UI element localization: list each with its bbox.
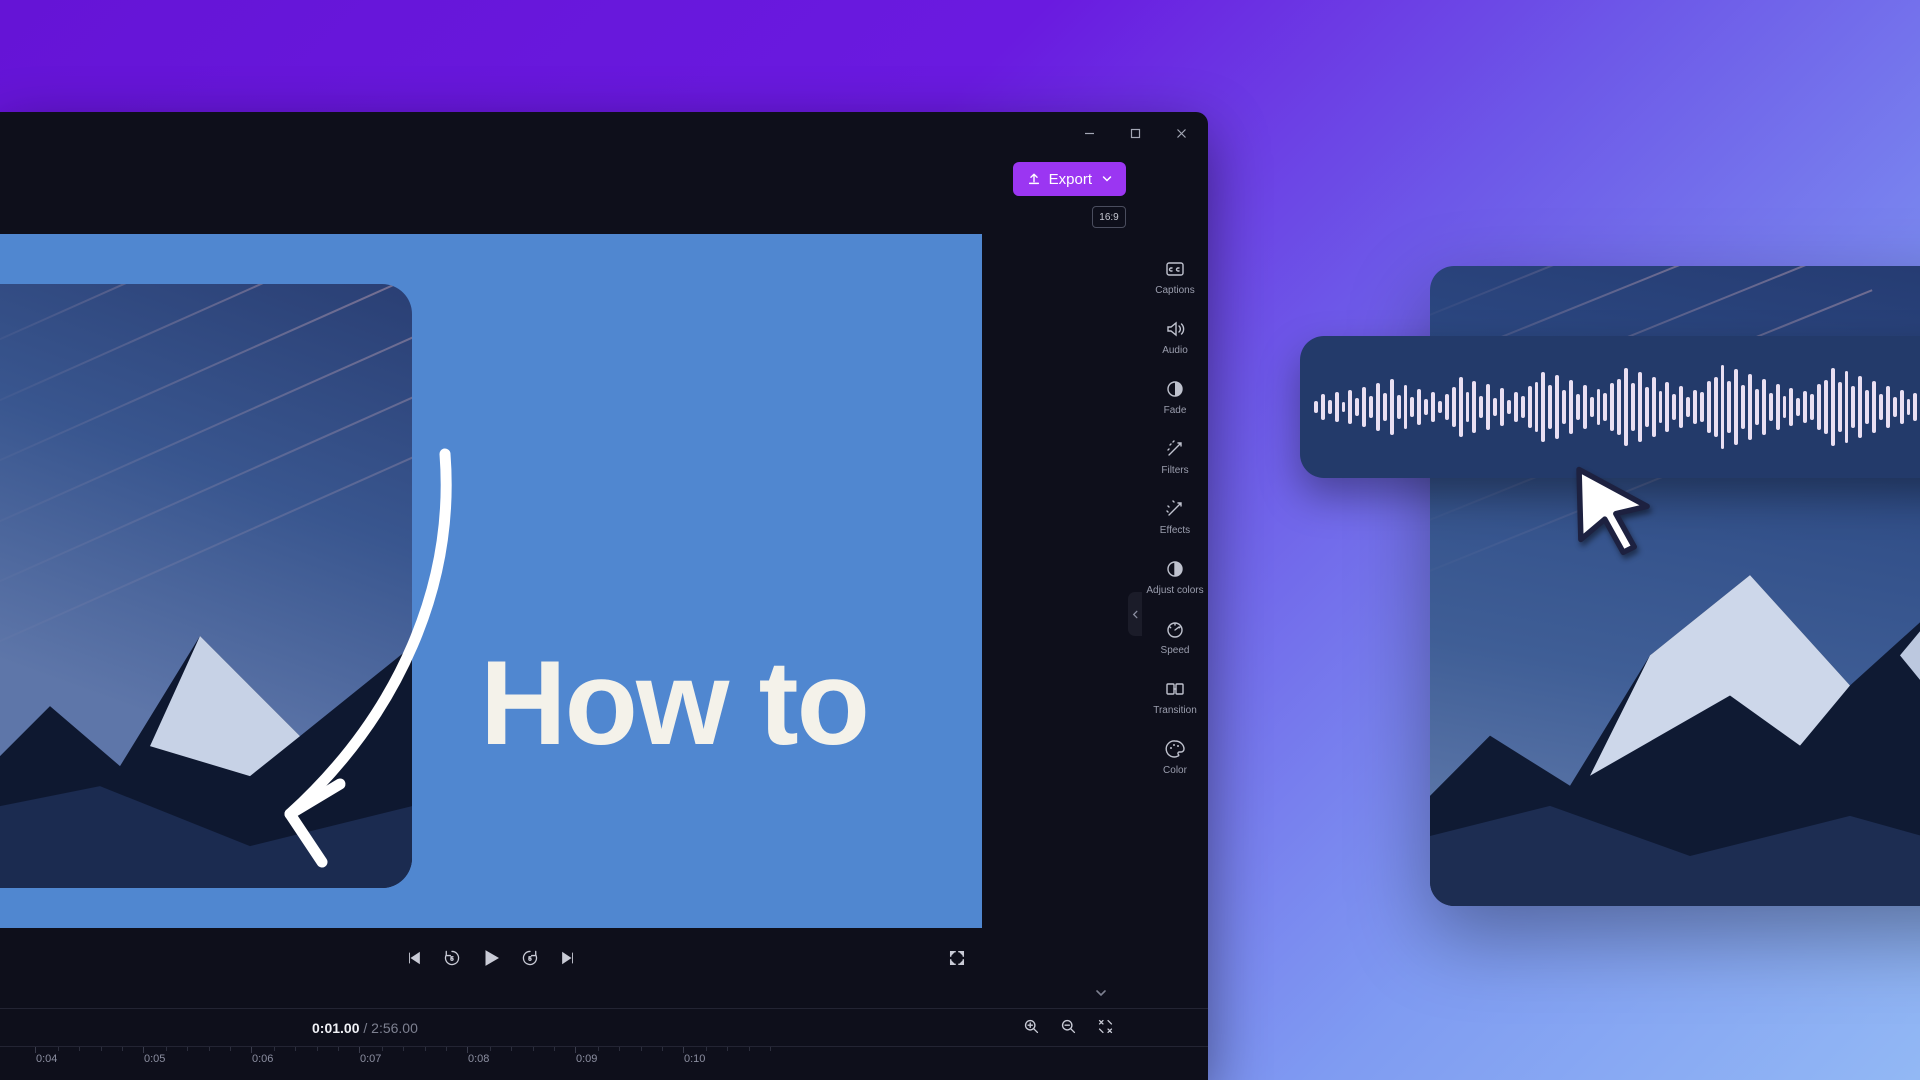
upload-icon	[1027, 172, 1041, 186]
tool-label: Filters	[1161, 465, 1188, 476]
zoom-fit-button[interactable]	[1097, 1018, 1114, 1038]
tool-label: Speed	[1161, 645, 1190, 656]
export-button[interactable]: Export	[1013, 162, 1126, 196]
chevron-down-icon	[1102, 174, 1112, 184]
ruler-tick: 0:09	[576, 1053, 597, 1065]
window-minimize-button[interactable]	[1070, 118, 1108, 148]
svg-text:5: 5	[528, 956, 531, 962]
video-editor-window: Export 16:9 Captions Audio Fade Filters Effe…	[0, 112, 1208, 1080]
playback-timecode: 0:01.00 / 2:56.00	[312, 1020, 418, 1036]
audio-waveform-panel[interactable]	[1300, 336, 1920, 478]
ruler-tick: 0:07	[360, 1053, 381, 1065]
color-icon	[1164, 738, 1186, 760]
aspect-ratio-badge[interactable]: 16:9	[1092, 206, 1126, 228]
window-maximize-button[interactable]	[1116, 118, 1154, 148]
effects-icon	[1164, 498, 1186, 520]
timeline-collapse-button[interactable]	[1094, 986, 1108, 1005]
tool-label: Effects	[1160, 525, 1190, 536]
ruler-tick: 0:10	[684, 1053, 705, 1065]
export-label: Export	[1049, 171, 1092, 188]
canvas-title-text: How to	[480, 634, 868, 772]
ruler-tick: 0:05	[144, 1053, 165, 1065]
tool-adjust[interactable]: Adjust colors	[1146, 558, 1203, 596]
tool-filters[interactable]: Filters	[1161, 438, 1188, 476]
fullscreen-button[interactable]	[948, 949, 966, 972]
tool-audio[interactable]: Audio	[1162, 318, 1188, 356]
collapse-sidebar-button[interactable]	[1128, 592, 1142, 636]
skip-forward-button[interactable]	[559, 949, 577, 972]
tool-label: Adjust colors	[1146, 585, 1203, 596]
tool-color[interactable]: Color	[1163, 738, 1187, 776]
tool-label: Audio	[1162, 345, 1188, 356]
tool-fade[interactable]: Fade	[1164, 378, 1187, 416]
ruler-tick: 0:04	[36, 1053, 57, 1065]
tool-speed[interactable]: Speed	[1161, 618, 1190, 656]
zoom-out-button[interactable]	[1060, 1018, 1077, 1038]
window-titlebar	[0, 112, 1208, 154]
fade-icon	[1164, 378, 1186, 400]
transition-icon	[1164, 678, 1186, 700]
ruler-tick: 0:08	[468, 1053, 489, 1065]
captions-icon	[1164, 258, 1186, 280]
ruler-tick: 0:06	[252, 1053, 273, 1065]
tool-label: Color	[1163, 765, 1187, 776]
svg-text:5: 5	[450, 956, 453, 962]
rewind-5s-button[interactable]: 5	[443, 949, 461, 972]
timeline-ruler[interactable]: 0:04 0:05 0:06 0:07 0:08 0:09 0:10	[0, 1046, 1208, 1076]
tool-transition[interactable]: Transition	[1153, 678, 1197, 716]
window-close-button[interactable]	[1162, 118, 1200, 148]
zoom-in-button[interactable]	[1023, 1018, 1040, 1038]
adjust-icon	[1164, 558, 1186, 580]
filters-icon	[1164, 438, 1186, 460]
tool-effects[interactable]: Effects	[1160, 498, 1190, 536]
page-background: Export 16:9 Captions Audio Fade Filters Effe…	[0, 0, 1920, 1080]
skip-back-button[interactable]	[405, 949, 423, 972]
header-row: Export	[0, 158, 1208, 200]
cursor-pointer-icon	[1568, 464, 1660, 561]
timeline-info-row: 0:01.00 / 2:56.00	[0, 1008, 1208, 1046]
speed-icon	[1164, 618, 1186, 640]
preview-canvas[interactable]: How to	[0, 234, 982, 928]
audio-icon	[1164, 318, 1186, 340]
forward-5s-button[interactable]: 5	[521, 949, 539, 972]
tool-label: Fade	[1164, 405, 1187, 416]
play-button[interactable]	[481, 948, 501, 973]
tool-captions[interactable]: Captions	[1155, 258, 1194, 296]
tool-label: Transition	[1153, 705, 1197, 716]
right-toolbar: Captions Audio Fade Filters Effects Adjust co…	[1142, 248, 1208, 1080]
playback-controls: 5 5	[0, 932, 982, 988]
tool-label: Captions	[1155, 285, 1194, 296]
